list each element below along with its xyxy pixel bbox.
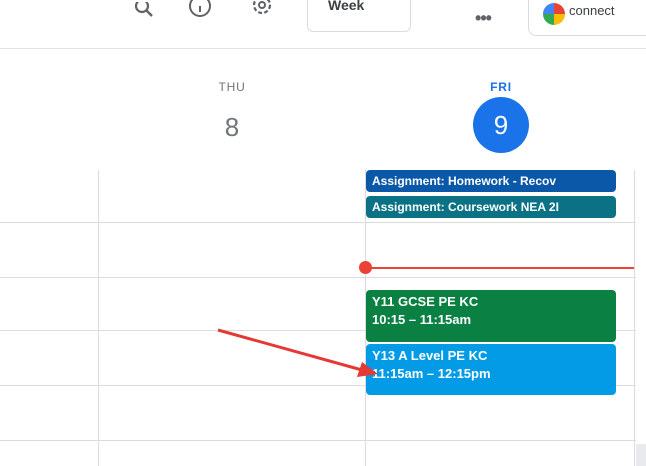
all-day-event-title: Assignment: Homework - Recov — [372, 174, 557, 188]
event-time: 11:15am – 12:15pm — [372, 366, 491, 381]
all-day-event-title: Assignment: Coursework NEA 2I — [372, 200, 559, 214]
more-options-button[interactable]: ••• — [468, 8, 498, 32]
day-divider — [634, 170, 635, 466]
event-y11-gcse-pe[interactable]: Y11 GCSE PE KC 10:15 – 11:15am — [366, 290, 616, 342]
view-dropdown-label: Week — [328, 0, 365, 13]
search-icon[interactable] — [128, 0, 160, 24]
hour-gridline — [0, 222, 636, 223]
hour-gridline — [0, 440, 636, 441]
connect-logo-icon — [543, 3, 565, 25]
hour-gridline — [0, 277, 636, 278]
event-title: Y13 A Level PE KC — [372, 348, 488, 363]
event-y13-a-level-pe[interactable]: Y13 A Level PE KC 11:15am – 12:15pm — [366, 344, 616, 395]
help-icon[interactable] — [184, 0, 216, 24]
current-time-line — [366, 267, 634, 269]
all-day-event-coursework[interactable]: Assignment: Coursework NEA 2I — [366, 196, 616, 218]
connect-label: connect — [569, 3, 615, 18]
day-divider — [98, 170, 99, 466]
day-number-fri[interactable]: 9 — [473, 97, 529, 153]
day-number-thu[interactable]: 8 — [202, 112, 262, 143]
connect-button[interactable]: connect — [528, 0, 646, 36]
day-label-thu: THU — [218, 80, 246, 94]
annotation-arrow — [217, 328, 378, 377]
top-toolbar: Week ••• connect — [0, 0, 646, 49]
all-day-event-homework[interactable]: Assignment: Homework - Recov — [366, 170, 616, 192]
settings-icon[interactable] — [246, 0, 278, 24]
day-label-fri: FRI — [490, 80, 512, 94]
event-time: 10:15 – 11:15am — [372, 312, 472, 327]
view-dropdown[interactable]: Week — [307, 0, 411, 32]
scrollbar[interactable] — [636, 444, 646, 466]
event-title: Y11 GCSE PE KC — [372, 294, 479, 309]
